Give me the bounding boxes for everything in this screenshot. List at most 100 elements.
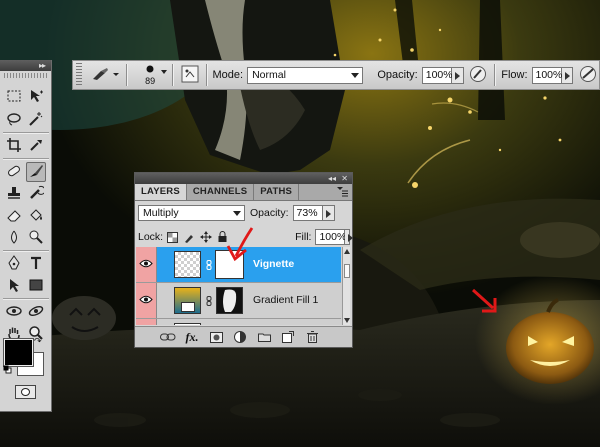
collapse-panel-icon[interactable]: ◂◂	[328, 173, 336, 184]
visibility-toggle[interactable]	[136, 247, 157, 282]
default-colors-icon[interactable]	[3, 365, 12, 374]
layer-name[interactable]: Gradient Fill 1	[253, 294, 318, 306]
tool-paint-bucket[interactable]	[26, 206, 46, 226]
panel-menu-icon[interactable]	[336, 186, 348, 197]
layer-mask-thumbnail[interactable]	[215, 250, 244, 279]
separator	[126, 64, 129, 86]
layer-row-vignette[interactable]: Vignette	[136, 247, 341, 283]
brush-picker[interactable]: 89	[133, 64, 167, 86]
pressure-opacity-icon	[469, 65, 487, 86]
blend-mode-select[interactable]: Multiply	[138, 205, 245, 221]
blend-row: Multiply Opacity: 73%	[138, 204, 335, 222]
tool-eyedropper[interactable]	[26, 136, 46, 156]
layers-panel: ◂◂ ✕ LAYERS CHANNELS PATHS Multiply Opac…	[134, 172, 353, 348]
fx-icon[interactable]: fx.	[183, 329, 201, 345]
gradient-fill-thumbnail[interactable]	[174, 287, 201, 314]
tool-brush[interactable]	[26, 162, 46, 182]
opacity-slider-toggle[interactable]	[451, 66, 464, 84]
tool-clone-stamp[interactable]	[4, 184, 24, 204]
tools-panel-grip[interactable]	[4, 73, 47, 78]
layers-panel-titlebar[interactable]: ◂◂ ✕	[135, 173, 352, 184]
toggle-brush-panel-button[interactable]	[179, 64, 201, 86]
link-mask-icon[interactable]	[206, 296, 212, 306]
tab-layers[interactable]: LAYERS	[135, 184, 187, 200]
lock-all-icon[interactable]	[217, 231, 228, 243]
tool-crop[interactable]	[4, 136, 24, 156]
fill-field[interactable]: 100%	[315, 229, 346, 245]
tool-pen[interactable]	[4, 254, 24, 274]
tools-panel-titlebar[interactable]: ▸▸	[0, 60, 51, 71]
tool-magic-wand[interactable]	[26, 110, 46, 130]
scroll-up-icon[interactable]	[344, 249, 350, 254]
tool-type[interactable]	[26, 254, 46, 274]
layer-opacity-slider-toggle[interactable]	[322, 205, 335, 221]
tool-marquee[interactable]	[4, 87, 24, 107]
brush-preset-picker[interactable]	[88, 64, 121, 86]
tab-paths[interactable]: PATHS	[254, 184, 300, 200]
3d-rotate-icon	[6, 303, 22, 322]
layer-thumbnail[interactable]	[174, 251, 201, 278]
link-layers-icon[interactable]	[159, 329, 177, 345]
layers-list: Vignette Gradient Fill 1	[136, 247, 350, 325]
chevron-down-icon	[233, 211, 241, 216]
tool-3d-orbit[interactable]	[26, 302, 46, 322]
swap-colors-icon[interactable]: ↷	[34, 337, 42, 346]
tool-shape[interactable]	[26, 276, 46, 296]
3d-orbit-icon	[28, 303, 44, 322]
layer-thumbnail[interactable]	[174, 323, 201, 325]
layers-scrollbar[interactable]	[342, 247, 350, 325]
adjustment-layer-icon[interactable]	[231, 329, 249, 345]
mode-select[interactable]: Normal	[247, 66, 364, 84]
visibility-toggle[interactable]	[136, 283, 157, 318]
options-bar-grip[interactable]	[76, 63, 82, 87]
scroll-down-icon[interactable]	[344, 318, 350, 323]
layer-row-partial[interactable]	[136, 319, 341, 325]
flow-value: 100%	[535, 69, 563, 81]
brush-icon	[28, 163, 44, 182]
add-mask-icon[interactable]	[207, 329, 225, 345]
foreground-color-swatch[interactable]	[3, 338, 34, 367]
layer-mask-thumbnail[interactable]	[216, 287, 243, 314]
tool-eraser[interactable]	[4, 206, 24, 226]
flow-field[interactable]: 100%	[531, 66, 563, 84]
separator	[171, 64, 174, 86]
lock-label: Lock:	[138, 231, 164, 243]
eye-icon	[139, 295, 153, 307]
brush-preset-icon	[91, 67, 119, 84]
new-layer-icon[interactable]	[279, 329, 297, 345]
layer-row-gradient-fill[interactable]: Gradient Fill 1	[136, 283, 341, 319]
delete-layer-icon[interactable]	[303, 329, 321, 345]
tool-history-brush[interactable]	[26, 184, 46, 204]
lock-image-pixels-icon[interactable]	[183, 231, 195, 243]
tool-lasso[interactable]	[4, 110, 24, 130]
layer-name[interactable]: Vignette	[253, 258, 294, 270]
layer-opacity-field[interactable]: 73%	[292, 205, 323, 221]
lock-position-icon[interactable]	[200, 231, 213, 243]
scroll-thumb[interactable]	[344, 264, 350, 278]
tool-dodge[interactable]	[26, 228, 46, 248]
lasso-icon	[6, 112, 22, 129]
tab-channels[interactable]: CHANNELS	[187, 184, 255, 200]
airbrush-button[interactable]	[577, 64, 599, 86]
tools-panel: ▸▸ ↷	[0, 60, 52, 412]
close-panel-icon[interactable]: ✕	[341, 173, 348, 184]
opacity-field[interactable]: 100%	[421, 66, 453, 84]
tool-3d-rotate[interactable]	[4, 302, 24, 322]
fill-slider-toggle[interactable]	[345, 229, 353, 245]
new-group-icon[interactable]	[255, 329, 273, 345]
blur-icon	[6, 229, 22, 248]
flow-slider-toggle[interactable]	[561, 66, 574, 84]
clone-stamp-icon	[6, 185, 22, 204]
mode-label: Mode:	[212, 69, 244, 81]
quick-mask-button[interactable]	[15, 385, 36, 399]
tool-healing-brush[interactable]	[4, 162, 24, 182]
lock-transparency-icon[interactable]	[167, 231, 179, 243]
tool-path-selection[interactable]	[4, 276, 24, 296]
visibility-toggle[interactable]	[136, 319, 157, 325]
link-mask-icon[interactable]	[206, 260, 212, 270]
airbrush-icon	[579, 65, 597, 86]
tool-blur[interactable]	[4, 228, 24, 248]
pressure-opacity-button[interactable]	[468, 64, 490, 86]
tool-move[interactable]	[26, 87, 46, 107]
collapse-panel-icon[interactable]: ▸▸	[39, 60, 46, 71]
